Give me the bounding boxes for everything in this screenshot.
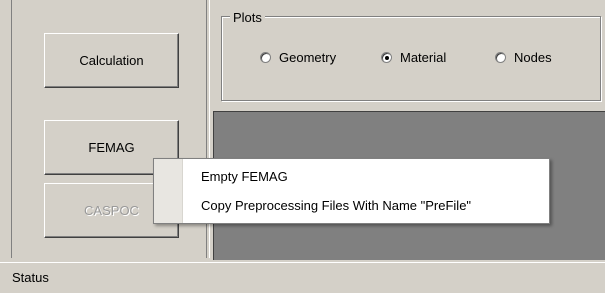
menu-item-label: Empty FEMAG xyxy=(201,169,288,184)
status-bar xyxy=(0,262,605,293)
menu-item-label: Copy Preprocessing Files With Name "PreF… xyxy=(201,198,472,213)
menu-gutter-divider xyxy=(182,159,183,223)
calculation-button[interactable]: Calculation xyxy=(44,33,179,88)
radio-nodes-label: Nodes xyxy=(514,50,552,65)
radio-material[interactable]: Material xyxy=(381,50,446,65)
status-text: Status xyxy=(12,270,49,285)
menu-icon-gutter xyxy=(154,159,182,223)
context-menu: Empty FEMAG Copy Preprocessing Files Wit… xyxy=(153,158,550,224)
radio-geometry-label: Geometry xyxy=(279,50,337,65)
radio-circle-icon[interactable] xyxy=(260,52,271,63)
radio-geometry[interactable]: Geometry xyxy=(260,50,336,65)
menu-item-copy-preprocessing-files[interactable]: Copy Preprocessing Files With Name "PreF… xyxy=(201,198,471,213)
femag-button-label: FEMAG xyxy=(88,140,135,155)
radio-nodes[interactable]: Nodes xyxy=(495,50,552,65)
caspoc-button-label: CASPOC xyxy=(84,203,139,218)
calculation-button-label: Calculation xyxy=(79,53,144,68)
radio-material-label: Material xyxy=(400,50,447,65)
radio-checked-icon[interactable] xyxy=(381,52,392,63)
plots-group-title: Plots xyxy=(230,10,265,25)
menu-item-empty-femag[interactable]: Empty FEMAG xyxy=(201,169,288,184)
radio-circle-icon[interactable] xyxy=(495,52,506,63)
